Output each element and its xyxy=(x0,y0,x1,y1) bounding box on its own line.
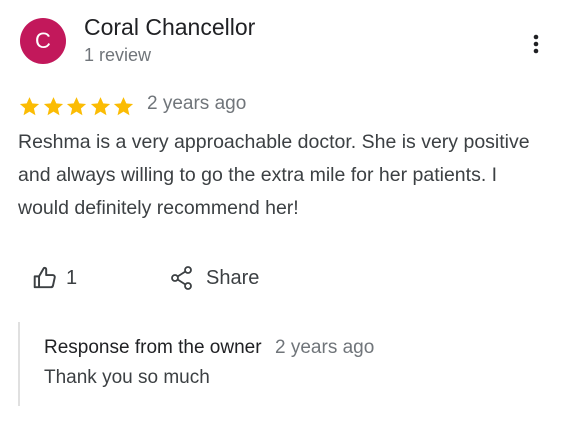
owner-response: Response from the owner 2 years ago Than… xyxy=(18,322,540,406)
star-icon xyxy=(90,96,110,115)
owner-response-title: Response from the owner xyxy=(44,337,262,358)
like-button[interactable]: 1 xyxy=(32,260,77,296)
share-button[interactable]: Share xyxy=(170,260,259,296)
thumbs-up-icon xyxy=(33,266,56,289)
like-count: 1 xyxy=(66,266,78,289)
avatar[interactable]: C xyxy=(20,18,66,64)
reviewer-name[interactable]: Coral Chancellor xyxy=(84,14,255,41)
share-label: Share xyxy=(206,266,260,289)
owner-response-text: Thank you so much xyxy=(44,367,210,388)
star-rating xyxy=(18,94,136,118)
star-icon xyxy=(66,96,87,115)
more-options-button[interactable] xyxy=(522,30,550,58)
review-text: Reshma is a very approachable doctor. Sh… xyxy=(18,131,530,219)
share-icon xyxy=(171,266,192,290)
owner-response-date: 2 years ago xyxy=(275,337,375,358)
star-icon xyxy=(43,96,63,115)
review-date: 2 years ago xyxy=(147,93,247,114)
review-count: 1 review xyxy=(84,45,152,65)
star-icon xyxy=(113,96,134,115)
avatar-initial: C xyxy=(35,28,51,53)
more-vert-icon xyxy=(533,34,539,54)
star-icon xyxy=(19,96,40,115)
owner-response-heading: Response from the owner 2 years ago xyxy=(44,337,374,359)
